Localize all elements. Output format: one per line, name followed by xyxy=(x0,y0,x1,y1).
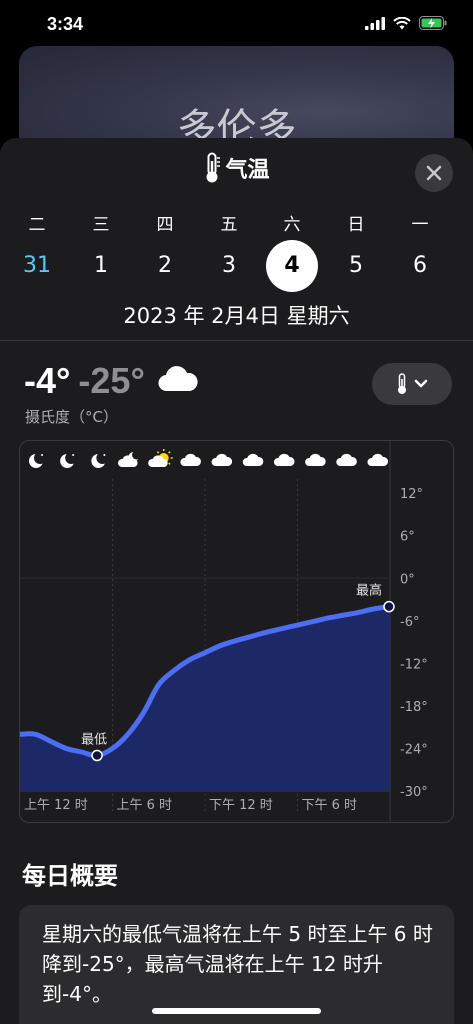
cloud-icon xyxy=(211,453,233,466)
temp-low: -25° xyxy=(78,360,145,401)
chart-y-tick-label: -6° xyxy=(400,615,419,630)
weekday-label: 日 xyxy=(347,215,365,235)
chart-high-marker xyxy=(383,600,395,613)
cloud-icon xyxy=(242,453,264,466)
chart-y-tick-label: -12° xyxy=(400,657,428,672)
weekday-label: 五 xyxy=(220,215,238,235)
close-icon xyxy=(426,165,442,181)
sheet-title: 气温 xyxy=(0,152,473,184)
cloud-icon xyxy=(180,453,201,466)
home-indicator xyxy=(152,1008,321,1014)
moon-icon xyxy=(91,452,109,468)
summary-text: 星期六的最低气温将在上午 5 时至上午 6 时降到-25°，最高气温将在上午 1… xyxy=(42,922,433,1006)
chart-svg: 12° 6° 0° -6° -12° -18° -24° -30° 上午 12 时 上午 6 时 下… xyxy=(20,441,428,822)
weekday-label: 三 xyxy=(92,215,110,235)
temperature-summary: -4° -25° xyxy=(24,360,199,402)
chart-y-tick-label: -18° xyxy=(400,700,428,715)
temp-high: -4° xyxy=(24,360,71,401)
full-date: 2023 年 2月4日 星期六 xyxy=(123,304,350,328)
date-button[interactable]: 3 xyxy=(203,240,255,292)
chart-y-tick-label: 0° xyxy=(400,572,415,587)
battery-charging-icon xyxy=(419,16,447,30)
chart-y-tick-label: 12° xyxy=(400,487,423,502)
cloud-icon xyxy=(305,453,326,466)
chart-y-tick-label: 6° xyxy=(400,530,415,545)
date-button[interactable]: 6 xyxy=(394,240,446,292)
chart-low-label: 最低 xyxy=(81,733,107,748)
signal-icon xyxy=(365,16,385,30)
thermometer-icon xyxy=(398,373,406,394)
chart-x-tick-label: 下午 6 时 xyxy=(302,798,358,813)
date-button[interactable]: 5 xyxy=(330,240,382,292)
weekday-label: 一 xyxy=(411,215,429,235)
date-button-selected[interactable]: 4 xyxy=(266,240,318,292)
chart-high-label: 最高 xyxy=(356,583,382,599)
cloud-icon xyxy=(367,453,389,466)
chart-y-tick-label: -24° xyxy=(400,742,428,757)
summary-title: 每日概要 xyxy=(22,862,118,890)
temperature-chart[interactable]: 12° 6° 0° -6° -12° -18° -24° -30° 上午 12 时 上午 6 时 下… xyxy=(19,440,454,823)
weekday-label: 四 xyxy=(156,215,174,235)
unit-label: 摄氏度（°C） xyxy=(25,408,118,426)
status-bar: 3:34 xyxy=(0,0,473,46)
chart-low-marker xyxy=(91,749,103,762)
chart-x-tick-label: 下午 12 时 xyxy=(209,798,273,813)
sun-cloud-icon xyxy=(148,449,173,467)
date-button[interactable]: 31 xyxy=(11,240,63,292)
cloud-icon xyxy=(336,453,357,466)
moon-icon xyxy=(29,452,46,468)
status-time: 3:34 xyxy=(47,14,84,34)
date-button[interactable]: 1 xyxy=(75,240,127,292)
weekday-label: 二 xyxy=(28,215,46,235)
close-button[interactable] xyxy=(415,154,453,192)
chart-mode-button[interactable] xyxy=(372,363,452,405)
sheet-title-text: 气温 xyxy=(225,158,270,183)
date-button[interactable]: 2 xyxy=(139,240,191,292)
status-icons xyxy=(365,16,447,30)
weekday-label: 六 xyxy=(283,215,301,235)
divider xyxy=(0,340,473,341)
chart-y-tick-label: -30° xyxy=(400,785,428,800)
chart-x-tick-label: 上午 6 时 xyxy=(117,798,173,813)
summary-box: 星期六的最低气温将在上午 5 时至上午 6 时降到-25°，最高气温将在上午 1… xyxy=(19,905,454,1024)
temperature-sheet: 气温 二 三 四 五 六 日 一 31 1 2 3 4 5 6 2023 年 2… xyxy=(0,138,473,1024)
moon-cloud-icon xyxy=(118,450,142,467)
cloud-icon xyxy=(158,366,198,392)
cloud-icon xyxy=(273,453,295,466)
chart-x-tick-label: 上午 12 时 xyxy=(24,798,88,813)
thermometer-icon xyxy=(206,152,221,183)
chevron-down-icon xyxy=(414,379,428,388)
wifi-icon xyxy=(393,16,411,29)
moon-icon xyxy=(60,452,78,468)
